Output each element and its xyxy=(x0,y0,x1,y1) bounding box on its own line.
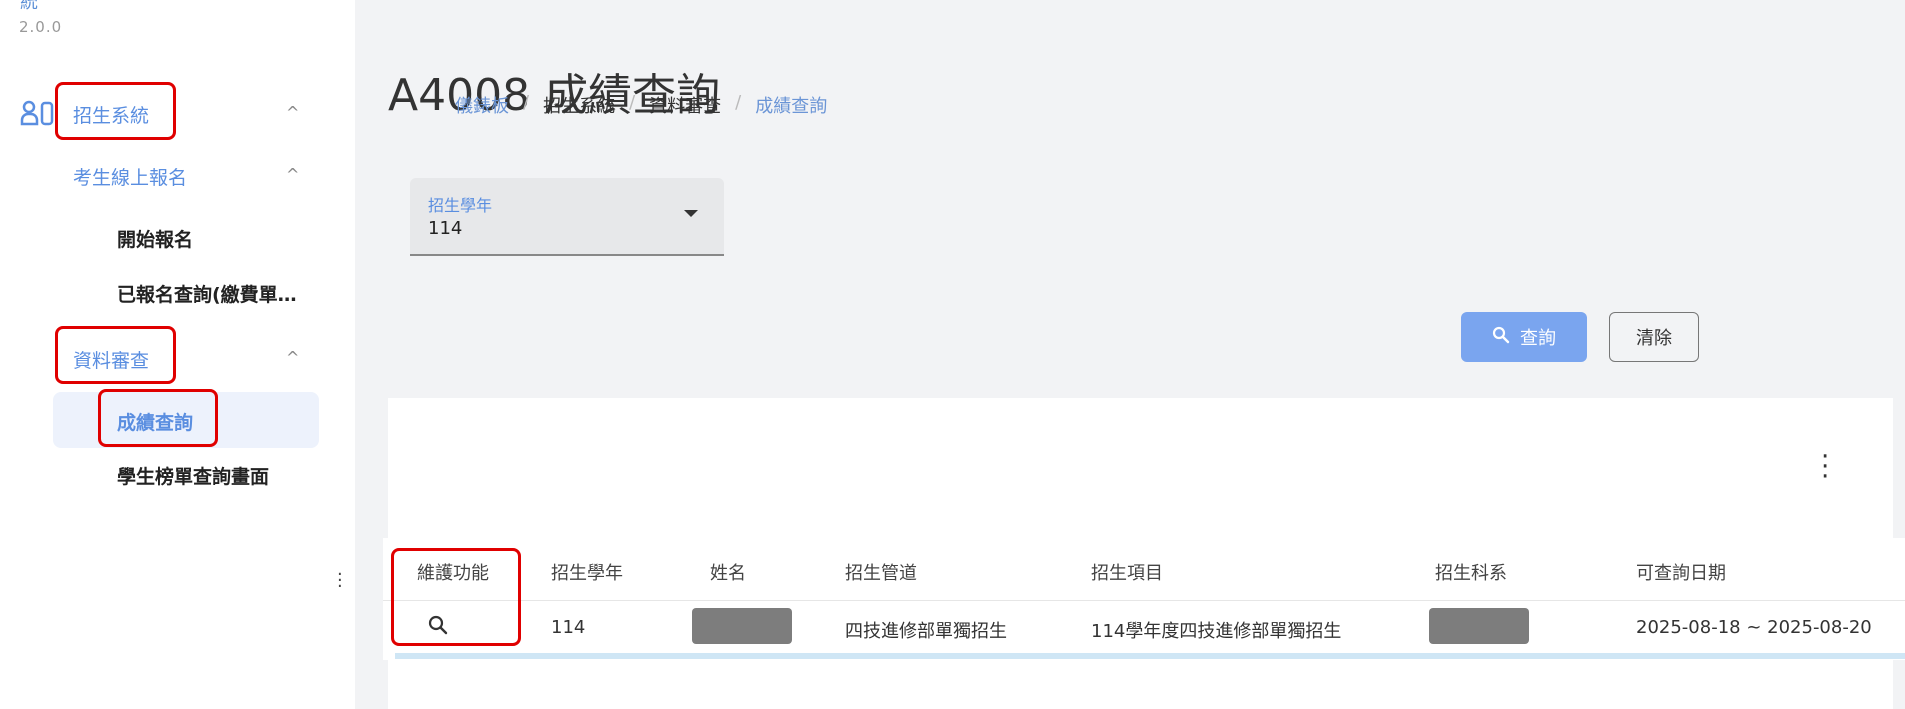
clear-button[interactable]: 清除 xyxy=(1609,312,1699,362)
year-select[interactable]: 招生學年 114 xyxy=(410,178,724,256)
column-header-department[interactable]: 招生科系 xyxy=(1435,559,1507,585)
column-header-item[interactable]: 招生項目 xyxy=(1091,559,1163,585)
breadcrumb: 儀錶板 / 招生系統 / 資料審查 / 成績查詢 xyxy=(455,92,827,118)
sidebar-item-label: 考生線上報名 xyxy=(73,167,188,189)
chevron-up-icon[interactable]: ^ xyxy=(286,165,299,184)
breadcrumb-data-review: 資料審查 xyxy=(649,96,722,117)
cell-item: 114學年度四技進修部單獨招生 xyxy=(1091,621,1342,642)
sidebar-item-online-registration[interactable]: 考生線上報名 xyxy=(73,163,187,190)
chevron-up-icon[interactable]: ^ xyxy=(286,348,299,367)
annotation-box xyxy=(55,326,176,384)
sidebar: 統 2.0.0 招生系統 ^ 考生線上報名 ^ 開始報名 已報名查詢(繳費單… … xyxy=(0,0,355,709)
main-content: A4008 成績查詢 儀錶板 / 招生系統 / 資料審查 / 成績查詢 招生學年… xyxy=(355,0,1905,709)
sidebar-item-registered-query[interactable]: 已報名查詢(繳費單… xyxy=(117,280,297,307)
sidebar-item-student-list-query[interactable]: 學生榜單查詢畫面 xyxy=(117,462,269,489)
year-select-label: 招生學年 xyxy=(428,196,493,215)
chevron-up-icon[interactable]: ^ xyxy=(286,103,299,122)
sidebar-item-label: 學生榜單查詢畫面 xyxy=(117,466,270,488)
breadcrumb-separator: / xyxy=(629,92,636,113)
cell-channel: 四技進修部單獨招生 xyxy=(845,621,1007,642)
annotation-box xyxy=(98,389,218,447)
annotation-box xyxy=(391,548,521,646)
search-icon xyxy=(1492,326,1510,349)
year-select-value: 114 xyxy=(428,218,463,239)
breadcrumb-separator: / xyxy=(523,92,530,113)
sidebar-item-start-registration[interactable]: 開始報名 xyxy=(117,225,193,252)
annotation-box xyxy=(55,82,176,140)
column-header-date-range[interactable]: 可查詢日期 xyxy=(1636,559,1726,585)
column-header-name[interactable]: 姓名 xyxy=(710,559,746,585)
cell-year: 114 xyxy=(551,617,586,638)
column-header-channel[interactable]: 招生管道 xyxy=(845,559,917,585)
table-scrollbar[interactable] xyxy=(395,653,1905,659)
breadcrumb-score-query[interactable]: 成績查詢 xyxy=(755,92,827,118)
breadcrumb-enrollment-system: 招生系統 xyxy=(543,96,616,117)
sidebar-item-label: 已報名查詢(繳費單… xyxy=(117,284,297,306)
sidebar-item-label: 開始報名 xyxy=(117,229,194,251)
breadcrumb-separator: / xyxy=(735,92,742,113)
breadcrumb-dashboard[interactable]: 儀錶板 xyxy=(455,92,509,118)
column-header-year[interactable]: 招生學年 xyxy=(551,559,623,585)
cell-date-range: 2025-08-18 ~ 2025-08-20 xyxy=(1636,617,1872,638)
cell-department-redacted xyxy=(1429,608,1529,644)
people-icon xyxy=(20,100,54,130)
version-label: 2.0.0 xyxy=(19,18,63,36)
system-title-fragment: 統 xyxy=(20,0,38,13)
query-button-label: 查詢 xyxy=(1520,328,1556,349)
table-divider xyxy=(383,600,1905,601)
more-options-icon[interactable]: · · · xyxy=(1821,444,1829,490)
sidebar-resize-handle-icon[interactable]: · · · xyxy=(337,566,343,596)
cell-name-redacted xyxy=(692,608,792,644)
clear-button-label: 清除 xyxy=(1636,328,1672,349)
query-button[interactable]: 查詢 xyxy=(1461,312,1587,362)
caret-down-icon xyxy=(684,210,698,217)
